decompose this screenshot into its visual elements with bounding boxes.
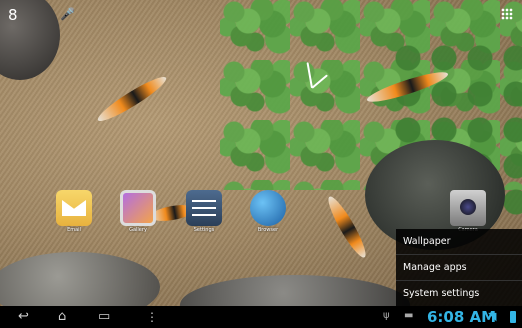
menu-item-system-settings[interactable]: System settings [396,280,522,306]
analog-clock-widget[interactable] [283,58,343,118]
wifi-icon: ◥ [488,310,497,323]
gallery-app-icon[interactable] [120,190,156,226]
system-navigation-bar: ↩ ⌂ ▭ ⋮ ψ ▬ 6:08 AM ◥ [0,306,522,328]
usb-icon: ψ [383,310,390,321]
app-label: Email [67,227,81,233]
recent-apps-icon[interactable]: ▭ [98,309,110,325]
home-icon[interactable]: ⌂ [58,309,66,325]
menu-dots-icon[interactable]: ⋮ [146,309,158,325]
microphone-icon[interactable]: 🎤 [60,7,75,21]
menu-item-manage-apps[interactable]: Manage apps [396,254,522,280]
menu-item-wallpaper[interactable]: Wallpaper [396,229,522,254]
notification-count[interactable]: 8 [8,6,18,24]
app-label: Browser [257,227,279,233]
clock-minute-hand [306,62,313,89]
all-apps-icon[interactable] [501,8,513,20]
options-menu: Wallpaper Manage apps System settings [396,229,522,306]
clock-hour-hand [311,74,328,89]
app-label: Gallery [129,227,147,233]
message-icon: ▬ [404,310,414,321]
camera-app-icon[interactable] [450,190,486,226]
clock-time[interactable]: 6:08 AM [427,308,496,326]
settings-app-icon[interactable] [186,190,222,226]
browser-app-icon[interactable] [250,190,286,226]
email-app-icon[interactable] [56,190,92,226]
battery-icon [510,311,516,323]
app-label: Settings [193,227,215,233]
back-icon[interactable]: ↩ [18,309,29,325]
